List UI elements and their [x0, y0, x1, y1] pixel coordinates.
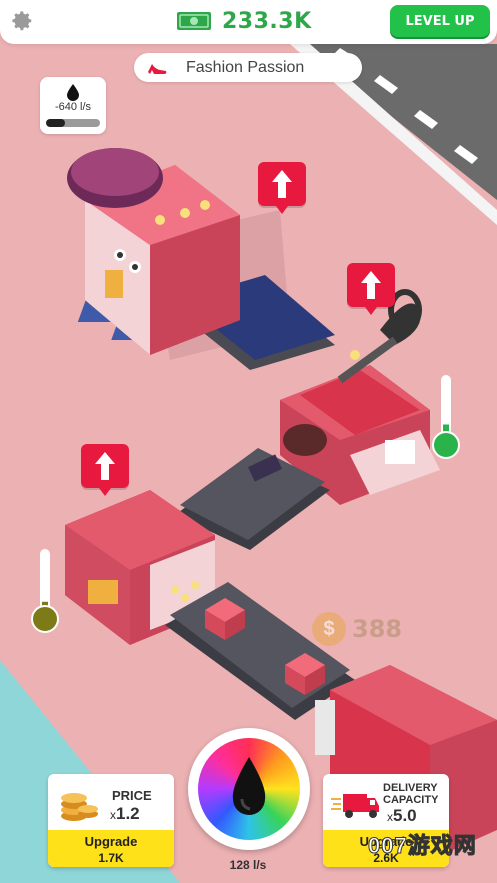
conveyor-3: [165, 582, 355, 720]
high-heel-shoe-icon: [148, 63, 167, 74]
ink-drop-icon: [67, 84, 79, 101]
money-display: 233.3K: [176, 6, 312, 36]
ink-wheel-rate: 128 l/s: [229, 858, 267, 872]
ink-supply-panel: -640 l/s: [40, 77, 106, 134]
level-up-button[interactable]: LEVEL UP: [390, 5, 490, 37]
price-label: PRICE: [112, 788, 152, 803]
ink-level-fill: [46, 119, 65, 127]
top-bar: 233.3K LEVEL UP: [0, 0, 497, 44]
cash-icon: [177, 12, 211, 30]
price-upgrade-cost: 1.7K: [98, 851, 124, 865]
delivery-truck-icon: [331, 794, 379, 818]
ink-rate: -640 l/s: [54, 101, 92, 113]
price-multiplier: x1.2: [110, 804, 140, 823]
ink-color-wheel-button[interactable]: [188, 728, 310, 850]
level-name: Fashion Passion: [186, 58, 305, 76]
printer-machine: [67, 148, 240, 355]
level-name-pill: Fashion Passion: [134, 53, 362, 82]
price-upgrade-label: Upgrade: [84, 834, 138, 849]
ink-level-bar: [46, 119, 100, 127]
cutter-thermometer-icon: [432, 375, 460, 459]
price-upgrade-card[interactable]: PRICE x1.2 Upgrade 1.7K: [48, 774, 174, 867]
money-value: 233.3K: [222, 8, 312, 34]
floating-coin-reward: $ 388: [312, 612, 402, 646]
delivery-label-line2: CAPACITY: [383, 794, 439, 806]
delivery-multiplier: x5.0: [387, 806, 417, 825]
sewing-thermometer-icon: [31, 549, 59, 633]
settings-gear-icon[interactable]: [8, 8, 34, 34]
floating-coin-value: 388: [352, 615, 403, 643]
delivery-label-line1: DELIVERY: [383, 782, 438, 794]
sewing-upgrade-arrow-icon[interactable]: [81, 444, 129, 496]
ink-drop-icon: [232, 757, 266, 815]
cutter-upgrade-arrow-icon[interactable]: [347, 263, 395, 315]
price-upgrade-button[interactable]: Upgrade 1.7K: [48, 830, 174, 867]
printer-upgrade-arrow-icon[interactable]: [258, 162, 306, 214]
coin-stack-icon: [61, 793, 98, 821]
watermark: 007游戏网: [368, 833, 477, 859]
coin-icon: $: [312, 612, 346, 646]
